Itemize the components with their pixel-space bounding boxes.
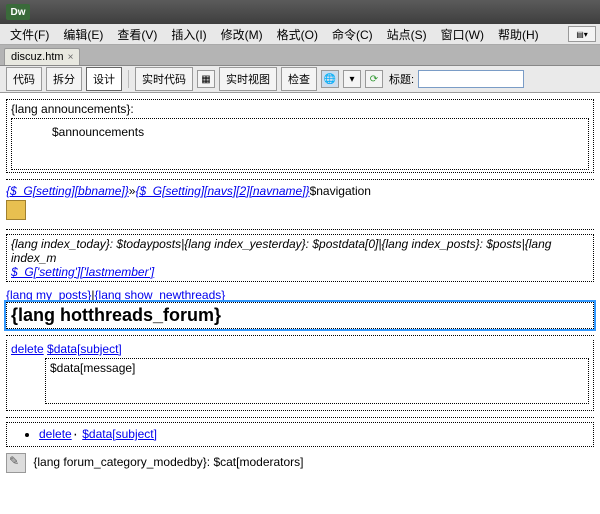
title-label: 标题:: [389, 71, 414, 87]
menu-format[interactable]: 格式(O): [271, 25, 324, 44]
menu-file[interactable]: 文件(F): [4, 25, 55, 44]
design-canvas[interactable]: {lang announcements}: $announcements {$_…: [0, 93, 600, 514]
code-view-button[interactable]: 代码: [6, 67, 42, 91]
newthreads-link[interactable]: {lang show_newthreads}: [95, 288, 226, 302]
file-tab[interactable]: discuz.htm ×: [4, 48, 80, 65]
file-tab-label: discuz.htm: [11, 51, 64, 63]
hotthreads-text: {lang hotthreads_forum}: [11, 305, 221, 325]
title-bar: Dw: [0, 0, 600, 24]
delete-link[interactable]: delete: [39, 427, 72, 441]
edit-handle-icon[interactable]: [6, 453, 26, 473]
globe-icon[interactable]: 🌐: [321, 70, 339, 88]
browse-options-icon[interactable]: ▾: [343, 70, 361, 88]
document-tab-bar: discuz.htm ×: [0, 45, 600, 66]
live-code-options-icon[interactable]: ▦: [197, 70, 215, 88]
menu-modify[interactable]: 修改(M): [215, 25, 269, 44]
category-text: {lang forum_category_modedby}: $cat[mode…: [33, 455, 303, 469]
delete-link[interactable]: delete: [11, 342, 44, 356]
announce-value: $announcements: [52, 125, 144, 139]
divider: [6, 179, 594, 180]
category-line[interactable]: {lang forum_category_modedby}: $cat[mode…: [6, 453, 594, 473]
live-code-button[interactable]: 实时代码: [135, 67, 193, 91]
menu-window[interactable]: 窗口(W): [435, 25, 490, 44]
stats-block[interactable]: {lang index_today}: $todayposts|{lang in…: [6, 234, 594, 282]
menu-view[interactable]: 查看(V): [111, 25, 163, 44]
inspect-button[interactable]: 检查: [281, 67, 317, 91]
lastmember-link[interactable]: $_G['setting']['lastmember']: [11, 265, 154, 279]
message-text: $data[message]: [50, 361, 135, 375]
menu-edit[interactable]: 编辑(E): [57, 25, 109, 44]
thread-block[interactable]: delete $data[subject] $data[message]: [6, 340, 594, 411]
subject-link[interactable]: $data[subject]: [82, 427, 157, 441]
bbname-link[interactable]: {$_G[setting][bbname]}: [6, 184, 129, 198]
list-item[interactable]: delete· $data[subject]: [39, 427, 589, 442]
stats-text: {lang index_today}: $todayposts|{lang in…: [11, 237, 551, 265]
layout-dropdown-icon[interactable]: ▤▾: [568, 26, 596, 42]
live-view-button[interactable]: 实时视图: [219, 67, 277, 91]
thread-list: delete· $data[subject]: [39, 427, 589, 442]
myposts-link[interactable]: {lang my_posts}: [6, 288, 91, 302]
message-block[interactable]: $data[message]: [45, 358, 589, 404]
refresh-icon[interactable]: ⟳: [365, 70, 383, 88]
separator: [128, 70, 129, 88]
navname-link[interactable]: {$_G[setting][navs][2][navname]}: [135, 184, 309, 198]
announcements-block[interactable]: {lang announcements}: $announcements: [6, 99, 594, 173]
menu-command[interactable]: 命令(C): [326, 25, 379, 44]
divider: [6, 417, 594, 418]
design-view-button[interactable]: 设计: [86, 67, 122, 91]
divider: [6, 229, 594, 230]
menu-help[interactable]: 帮助(H): [492, 25, 545, 44]
hotthreads-heading[interactable]: {lang hotthreads_forum}: [6, 302, 594, 329]
menu-insert[interactable]: 插入(I): [165, 25, 212, 44]
rss-icon[interactable]: [6, 200, 26, 220]
divider: [6, 335, 594, 336]
title-input[interactable]: [418, 70, 524, 88]
app-logo: Dw: [6, 4, 30, 20]
links-line[interactable]: {lang my_posts}|{lang show_newthreads}: [6, 288, 594, 302]
announce-label: {lang announcements}:: [11, 102, 134, 116]
close-icon[interactable]: ×: [68, 52, 74, 63]
document-toolbar: 代码 拆分 设计 实时代码 ▦ 实时视图 检查 🌐 ▾ ⟳ 标题:: [0, 66, 600, 93]
list-block[interactable]: delete· $data[subject]: [6, 422, 594, 447]
split-view-button[interactable]: 拆分: [46, 67, 82, 91]
subject-link[interactable]: $data[subject]: [47, 342, 122, 356]
navigation-tail: $navigation: [310, 184, 371, 198]
menu-bar: 文件(F) 编辑(E) 查看(V) 插入(I) 修改(M) 格式(O) 命令(C…: [0, 24, 600, 45]
menu-site[interactable]: 站点(S): [381, 25, 433, 44]
breadcrumb-line[interactable]: {$_G[setting][bbname]}»{$_G[setting][nav…: [6, 184, 594, 198]
announcements-inner[interactable]: $announcements: [11, 118, 589, 170]
